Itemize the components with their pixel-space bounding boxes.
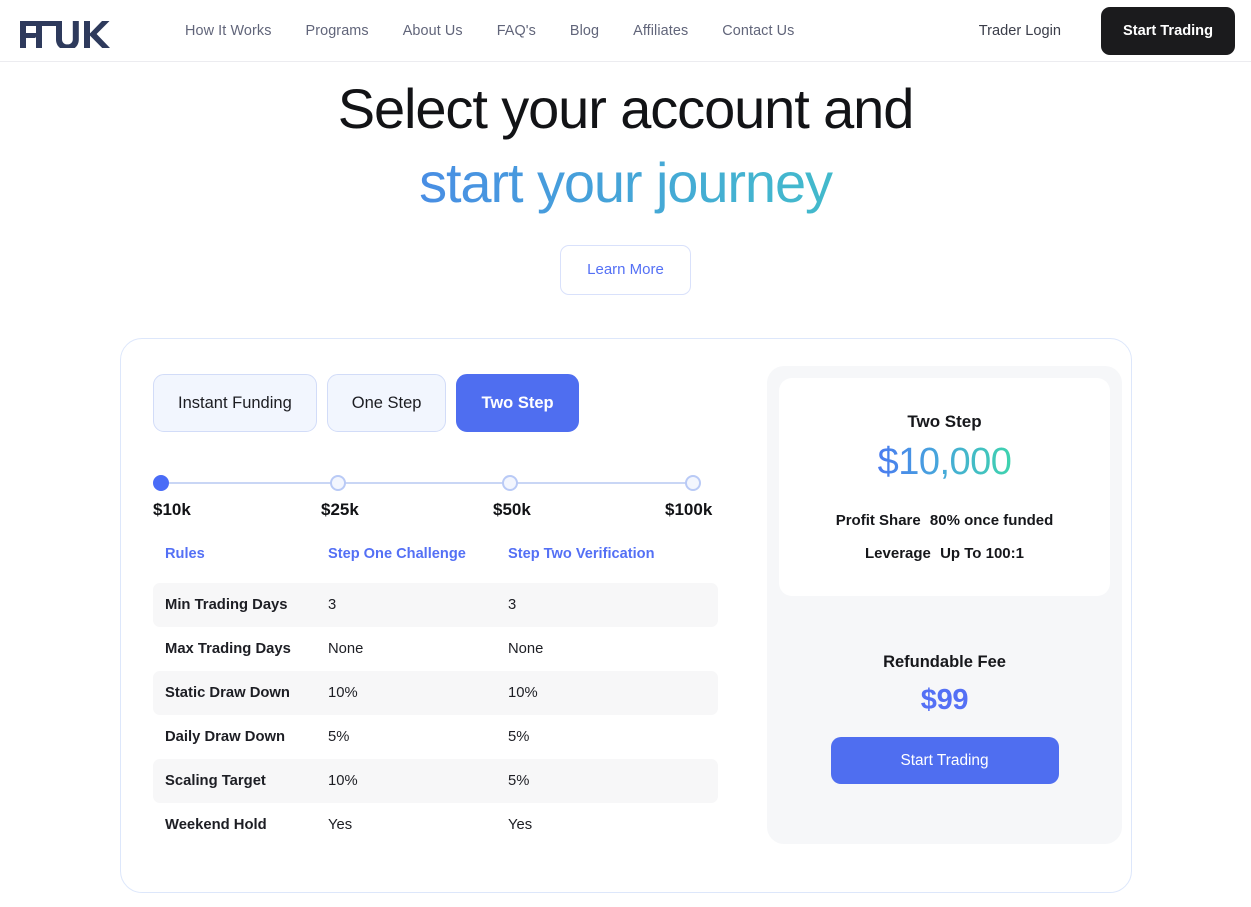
profit-share-row: Profit Share 80% once funded (836, 512, 1054, 529)
plan-meta: Profit Share 80% once funded Leverage Up… (836, 512, 1054, 562)
refundable-fee-label: Refundable Fee (883, 653, 1006, 671)
rule-step-one: None (328, 641, 364, 657)
table-row: Min Trading Days 3 3 (153, 583, 718, 627)
rule-name: Static Draw Down (165, 685, 290, 701)
tab-one-step[interactable]: One Step (326, 374, 447, 432)
rule-name: Max Trading Days (165, 641, 291, 657)
nav-item-affiliates[interactable]: Affiliates (633, 23, 688, 39)
plan-name: Two Step (907, 412, 982, 431)
hero-headline-line-1: Select your account and (337, 77, 915, 140)
slider-label-100k[interactable]: $100k (665, 500, 712, 520)
hero-headline-line-2: start your journey (0, 146, 1251, 220)
profit-share-value: 80% once funded (929, 512, 1054, 529)
trader-login-link[interactable]: Trader Login (979, 23, 1061, 39)
rule-step-two: 5% (508, 773, 530, 789)
rule-step-two: Yes (508, 817, 533, 833)
main-navigation: How It Works Programs About Us FAQ's Blo… (185, 23, 794, 39)
nav-item-about-us[interactable]: About Us (403, 23, 463, 39)
ftuk-logo[interactable] (18, 14, 112, 48)
learn-more-button[interactable]: Learn More (560, 244, 691, 295)
nav-item-faqs[interactable]: FAQ's (497, 23, 536, 39)
slider-dot-100k[interactable] (685, 475, 701, 491)
table-row: Daily Draw Down 5% 5% (153, 715, 718, 759)
refundable-fee-amount: $99 (920, 684, 969, 716)
leverage-value: Up To 100:1 (940, 545, 1024, 562)
column-header-step-one: Step One Challenge (328, 546, 466, 562)
rule-name: Min Trading Days (165, 597, 288, 613)
pricing-card-left: Instant Funding One Step Two Step $10k $… (121, 339, 751, 892)
rule-step-one: 5% (328, 729, 350, 745)
rule-step-one: 10% (328, 685, 358, 701)
rules-table-body: Min Trading Days 3 3 Max Trading Days No… (153, 583, 718, 847)
page-title: Select your account and start your journ… (0, 72, 1251, 221)
plan-summary-panel: Two Step $10,000 Profit Share 80% once f… (767, 366, 1122, 844)
rules-table: Rules Step One Challenge Step Two Verifi… (153, 546, 718, 847)
account-type-tabs: Instant Funding One Step Two Step (153, 374, 751, 432)
table-row: Scaling Target 10% 5% (153, 759, 718, 803)
slider-label-50k[interactable]: $50k (493, 500, 531, 520)
slider-track (160, 482, 694, 484)
start-trading-button[interactable]: Start Trading (830, 737, 1059, 784)
column-header-step-two: Step Two Verification (508, 546, 655, 562)
ftuk-logo-mark (20, 20, 110, 48)
rule-name: Weekend Hold (165, 817, 267, 833)
table-row: Max Trading Days None None (153, 627, 718, 671)
rule-name: Scaling Target (165, 773, 266, 789)
table-header-row: Rules Step One Challenge Step Two Verifi… (153, 546, 718, 583)
rule-step-two: 3 (508, 597, 517, 613)
slider-dot-25k[interactable] (330, 475, 346, 491)
header-start-trading-button[interactable]: Start Trading (1100, 6, 1235, 55)
leverage-row: Leverage Up To 100:1 (865, 545, 1024, 562)
rule-step-two: 10% (508, 685, 538, 701)
rule-step-one: 10% (328, 773, 358, 789)
header-actions: Trader Login Start Trading (979, 6, 1251, 55)
rule-step-two: 5% (508, 729, 530, 745)
rule-name: Daily Draw Down (165, 729, 286, 745)
table-row: Weekend Hold Yes Yes (153, 803, 718, 847)
rule-step-one: 3 (328, 597, 337, 613)
slider-label-25k[interactable]: $25k (321, 500, 359, 520)
nav-item-contact-us[interactable]: Contact Us (722, 23, 794, 39)
learn-more-wrapper: Learn More (0, 244, 1251, 295)
pricing-card: Instant Funding One Step Two Step $10k $… (120, 338, 1132, 893)
slider-labels: $10k $25k $50k $100k (153, 500, 712, 522)
nav-item-blog[interactable]: Blog (570, 23, 599, 39)
tab-two-step[interactable]: Two Step (456, 374, 579, 432)
tab-instant-funding[interactable]: Instant Funding (153, 374, 317, 432)
hero-section: Select your account and start your journ… (0, 62, 1251, 295)
rule-step-one: Yes (328, 817, 353, 833)
leverage-label: Leverage (865, 545, 931, 562)
nav-item-how-it-works[interactable]: How It Works (185, 23, 272, 39)
rule-step-two: None (508, 641, 544, 657)
site-header: How It Works Programs About Us FAQ's Blo… (0, 0, 1251, 62)
plan-amount: $10,000 (877, 441, 1012, 483)
table-row: Static Draw Down 10% 10% (153, 671, 718, 715)
account-size-slider[interactable] (153, 474, 701, 492)
rules-table-head: Rules Step One Challenge Step Two Verifi… (153, 546, 718, 583)
slider-dot-50k[interactable] (502, 475, 518, 491)
slider-dot-10k[interactable] (153, 475, 169, 491)
profit-share-label: Profit Share (835, 512, 921, 529)
column-header-rules: Rules (165, 546, 205, 562)
nav-item-programs[interactable]: Programs (306, 23, 369, 39)
slider-label-10k[interactable]: $10k (153, 500, 191, 520)
plan-details-box: Two Step $10,000 Profit Share 80% once f… (779, 378, 1110, 596)
